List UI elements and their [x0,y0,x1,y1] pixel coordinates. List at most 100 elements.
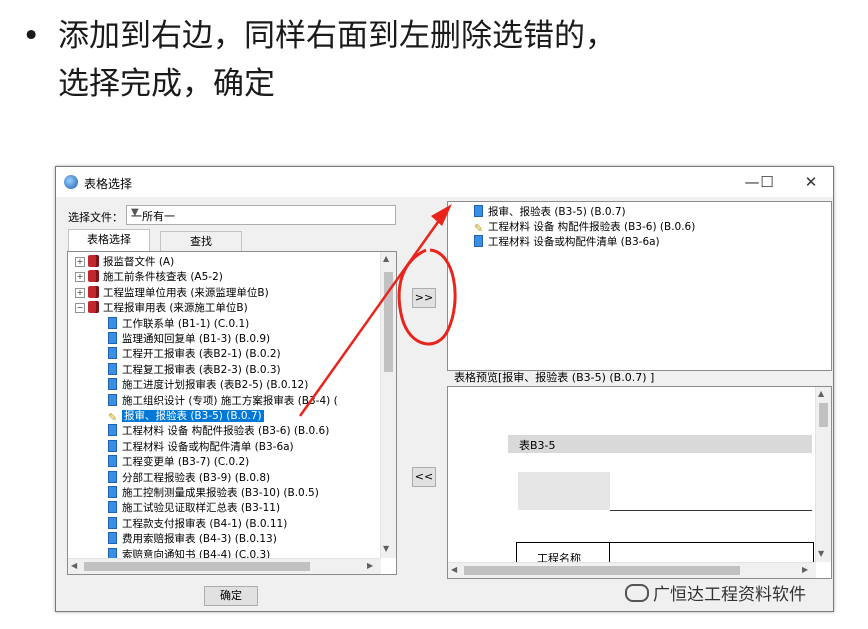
table-select-dialog: 表格选择 — ☐ ✕ 选择文件： 一所有一 ▼ 表格选择 查找 + 报监督文件 (… [55,166,834,612]
bullet-mark: • [22,18,41,54]
folder-book-icon [88,255,99,267]
tree-item[interactable]: 施工试验见证取样汇总表 (B3-11) [108,501,280,515]
app-icon [64,175,78,189]
document-icon [108,332,117,344]
watermark: 广恒达工程资料软件 [625,580,806,605]
tree-item-label: 分部工程报验表 (B3-9) (B.0.8) [122,471,271,484]
preview-header-bar: 表B3-5 [508,435,812,453]
preview-scroll-left-icon[interactable]: ◀ [451,565,457,574]
slide-instruction-text: • 添加到右边，同样右面到左删除选错的， 选择完成，确定 [22,12,616,108]
document-icon [108,362,117,375]
selected-table-list[interactable]: 报审、报验表 (B3-5) (B.0.7) ✎ 工程材料 设备 构配件报验表 (B3… [447,201,832,371]
tree-item[interactable]: 工程材料 设备 构配件报验表 (B3-6) (B.0.6) [108,424,329,438]
tree-item-label: 工程复工报审表 (表B2-3) (B.0.3) [122,363,281,376]
document-icon [108,486,117,498]
remove-from-right-button[interactable]: << [412,467,436,487]
maximize-button[interactable]: ☐ [752,171,782,193]
tree-item[interactable]: 施工控制测量成果报验表 (B3-10) (B.0.5) [108,486,319,500]
tree-item[interactable]: 工程开工报审表 (表B2-1) (B.0.2) [108,347,281,361]
edit-doc-icon: ✎ [474,222,484,235]
document-icon [108,393,117,406]
document-icon [108,424,117,437]
selected-list-item[interactable]: ✎ 工程材料 设备 构配件报验表 (B3-6) (B.0.6) [474,220,696,235]
tree-item-label: 工程材料 设备 构配件报验表 (B3-6) (B.0.6) [122,425,330,438]
document-icon [108,501,117,514]
tab-search[interactable]: 查找 [160,231,242,252]
tree-item-label: 费用索赔报审表 (B4-3) (B.0.13) [122,533,277,546]
tree-item[interactable]: 工作联系单 (B1-1) (C.0.1) [108,316,249,331]
tree-item-label: 工程材料 设备或构配件清单 (B3-6a) [122,440,294,453]
preview-vertical-scrollbar[interactable]: ▲ ▼ [815,387,831,562]
tree-expander-icon[interactable]: − [75,303,85,314]
tree-scroll-thumb[interactable] [384,272,393,372]
preview-scroll-right-icon[interactable]: ▶ [802,565,808,574]
table-tree[interactable]: + 报监督文件 (A) + 施工前条件核查表 (A5-2) + 工程监理单位用表 (来源监… [67,251,397,575]
selected-item-label: 工程材料 设备或构配件清单 (B3-6a) [488,236,660,248]
tree-expander-icon[interactable]: + [75,287,85,298]
tree-item-label: 施工试验见证取样汇总表 (B3-11) [122,502,281,515]
tab-table-select[interactable]: 表格选择 [68,229,150,252]
tree-item[interactable]: 工程款支付报审表 (B4-1) (B.0.11) [108,516,288,531]
tree-item-label: 工程变更单 (B3-7) (C.0.2) [122,456,250,469]
instruction-line-2: 选择完成，确定 [58,66,275,102]
form-code-text: 表B3-5 [519,439,556,452]
scroll-left-icon[interactable]: ◀ [71,561,77,570]
preview-underline [610,510,812,511]
preview-gray-block [518,472,610,510]
ok-button[interactable]: 确定 [204,586,258,606]
tree-item[interactable]: 施工组织设计 (专项) 施工方案报审表 (B3-4) ( [108,393,338,408]
tree-item[interactable]: 工程材料 设备或构配件清单 (B3-6a) [108,439,294,454]
preview-horizontal-scrollbar[interactable]: ◀ ▶ [448,562,816,578]
title-bar: 表格选择 — ☐ ✕ [56,167,833,197]
document-icon [108,470,117,483]
folder-book-icon [88,270,99,283]
tree-expander-icon[interactable]: + [75,272,85,283]
window-title: 表格选择 [84,177,133,191]
selected-list-item[interactable]: 工程材料 设备或构配件清单 (B3-6a) [474,235,660,249]
tree-item[interactable]: 工程变更单 (B3-7) (C.0.2) [108,455,249,469]
wechat-icon [625,584,649,602]
scroll-right-icon[interactable]: ▶ [367,561,373,570]
tree-item[interactable]: + 工程监理单位用表 (来源监理单位B) [75,285,269,300]
tree-item[interactable]: 监理通知回复单 (B1-3) (B.0.9) [108,332,270,346]
tree-item-label: 工程款支付报审表 (B4-1) (B.0.11) [122,517,288,530]
preview-hscroll-thumb[interactable] [464,566,740,575]
selected-item-label: 工程材料 设备 构配件报验表 (B3-6) (B.0.6) [488,221,696,233]
document-icon [108,516,117,529]
tree-item[interactable]: + 报监督文件 (A) [75,255,175,269]
preview-scroll-thumb[interactable] [819,403,828,427]
tree-item[interactable]: 费用索赔报审表 (B4-3) (B.0.13) [108,532,277,546]
tree-item[interactable]: 施工进度计划报审表 (表B2-5) (B.0.12) [108,378,308,392]
tree-item-label: 工程开工报审表 (表B2-1) (B.0.2) [122,348,281,361]
chevron-down-icon: ▼ [131,207,139,218]
file-select-label: 选择文件： [68,211,123,224]
tree-expander-icon[interactable]: + [75,257,85,267]
tree-item-label: 报监督文件 (A) [103,256,175,268]
tree-item[interactable]: ✎ 报审、报验表 (B3-5) (B.0.7) [108,409,264,424]
close-button[interactable]: ✕ [796,171,826,193]
selected-list-item[interactable]: 报审、报验表 (B3-5) (B.0.7) [474,205,626,219]
document-icon [108,347,117,360]
document-icon [108,455,117,468]
tree-item-label: 施工前条件核查表 (A5-2) [103,271,223,284]
scroll-down-icon[interactable]: ▼ [383,544,389,553]
add-to-right-button[interactable]: >> [412,288,436,308]
document-icon [108,532,117,545]
tree-item[interactable]: + 施工前条件核查表 (A5-2) [75,270,223,284]
tree-item-label: 报审、报验表 (B3-5) (B.0.7) [122,410,264,422]
preview-scroll-down-icon[interactable]: ▼ [818,549,824,558]
tree-item[interactable]: 工程复工报审表 (表B2-3) (B.0.3) [108,362,281,377]
tree-hscroll-thumb[interactable] [84,562,310,571]
scroll-up-icon[interactable]: ▲ [383,254,389,263]
tree-item-label: 施工组织设计 (专项) 施工方案报审表 (B3-4) ( [122,394,338,407]
watermark-text: 广恒达工程资料软件 [653,585,806,605]
tree-item[interactable]: − 工程报审用表 (来源施工单位B) [75,301,248,315]
tree-vertical-scrollbar[interactable]: ▲ ▼ [380,252,396,558]
tree-item-label: 工程报审用表 (来源施工单位B) [103,302,248,315]
tree-item[interactable]: 分部工程报验表 (B3-9) (B.0.8) [108,470,271,485]
tree-item-label: 施工进度计划报审表 (表B2-5) (B.0.12) [122,379,309,392]
preview-scroll-up-icon[interactable]: ▲ [818,389,824,398]
table-preview: 表B3-5 工程名称 ▲ ▼ ◀ ▶ [447,386,832,579]
file-select-dropdown[interactable]: 一所有一 ▼ [126,205,396,225]
tree-horizontal-scrollbar[interactable]: ◀ ▶ [68,558,381,574]
